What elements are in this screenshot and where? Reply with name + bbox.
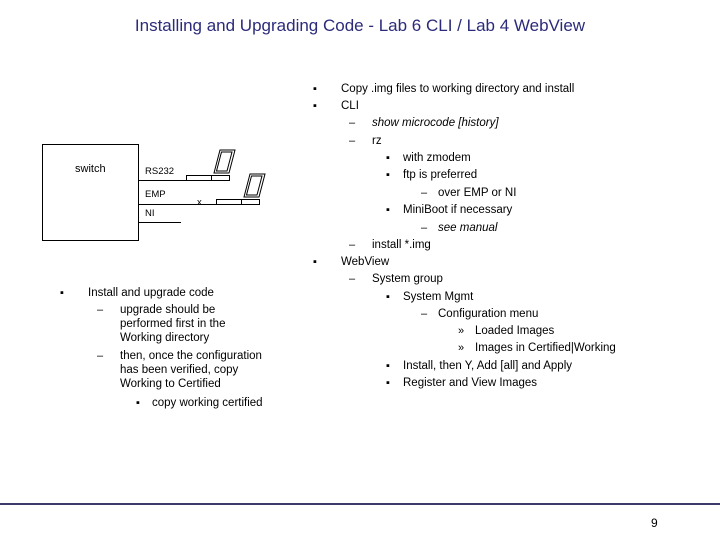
break-mark: x <box>197 197 202 208</box>
bullet-marker: ▪ <box>313 256 317 268</box>
dash-marker: – <box>421 222 428 234</box>
dash-marker: – <box>421 308 428 320</box>
list-item: System group <box>372 273 443 285</box>
bullet-marker: ▪ <box>386 291 390 303</box>
list-item: rz <box>372 135 382 147</box>
port-label-emp: EMP <box>145 189 166 200</box>
bullet-marker: ▪ <box>313 83 317 95</box>
list-item: CLI <box>341 100 359 112</box>
bullet-marker: ▪ <box>386 377 390 389</box>
dash-marker: – <box>421 187 428 199</box>
list-item: Install, then Y, Add [all] and Apply <box>403 360 573 372</box>
dash-marker: – <box>349 239 356 251</box>
raquo-marker: » <box>458 325 465 337</box>
list-item: Working to Certified <box>120 378 221 390</box>
list-item: install *.img <box>372 239 431 251</box>
dash-marker: – <box>349 117 356 129</box>
port-label-ni: NI <box>145 208 155 219</box>
dash-marker: – <box>349 135 356 147</box>
list-item: then, once the configuration <box>120 350 262 362</box>
switch-box <box>42 144 139 241</box>
list-item: Configuration menu <box>438 308 539 320</box>
list-item: has been verified, copy <box>120 364 239 376</box>
bullet-marker: ▪ <box>136 397 140 409</box>
list-item: Install and upgrade code <box>88 287 214 299</box>
bullet-marker: ▪ <box>60 287 64 299</box>
raquo-marker: » <box>458 342 465 354</box>
list-item: upgrade should be <box>120 304 216 316</box>
list-item: Images in Certified|Working <box>475 342 616 354</box>
list-item: show microcode [history] <box>372 117 499 129</box>
bullet-marker: ▪ <box>386 360 390 372</box>
footer-divider <box>0 503 720 505</box>
list-item: Copy .img files to working directory and… <box>341 83 575 95</box>
list-item: Loaded Images <box>475 325 555 337</box>
list-item: ftp is preferred <box>403 169 478 181</box>
dash-marker: – <box>349 273 356 285</box>
bullet-marker: ▪ <box>313 100 317 112</box>
list-item: over EMP or NI <box>438 187 517 199</box>
port-label-rs232: RS232 <box>145 166 175 177</box>
switch-label: switch <box>75 163 106 175</box>
list-item: MiniBoot if necessary <box>403 204 513 216</box>
dash-marker: – <box>97 304 104 316</box>
dash-marker: – <box>97 350 104 362</box>
list-item: with zmodem <box>403 152 471 164</box>
bullet-marker: ▪ <box>386 204 390 216</box>
list-item: copy working certified <box>152 397 263 409</box>
list-item: performed first in the <box>120 318 226 330</box>
list-item: Working directory <box>120 332 210 344</box>
page-number: 9 <box>651 516 658 530</box>
laptop-icon <box>186 149 236 181</box>
list-item: see manual <box>438 222 498 234</box>
list-item: Register and View Images <box>403 377 538 389</box>
bullet-marker: ▪ <box>386 169 390 181</box>
bullet-marker: ▪ <box>386 152 390 164</box>
laptop-icon <box>216 173 266 205</box>
list-item: WebView <box>341 256 390 268</box>
network-diagram <box>42 144 266 241</box>
list-item: System Mgmt <box>403 291 474 303</box>
